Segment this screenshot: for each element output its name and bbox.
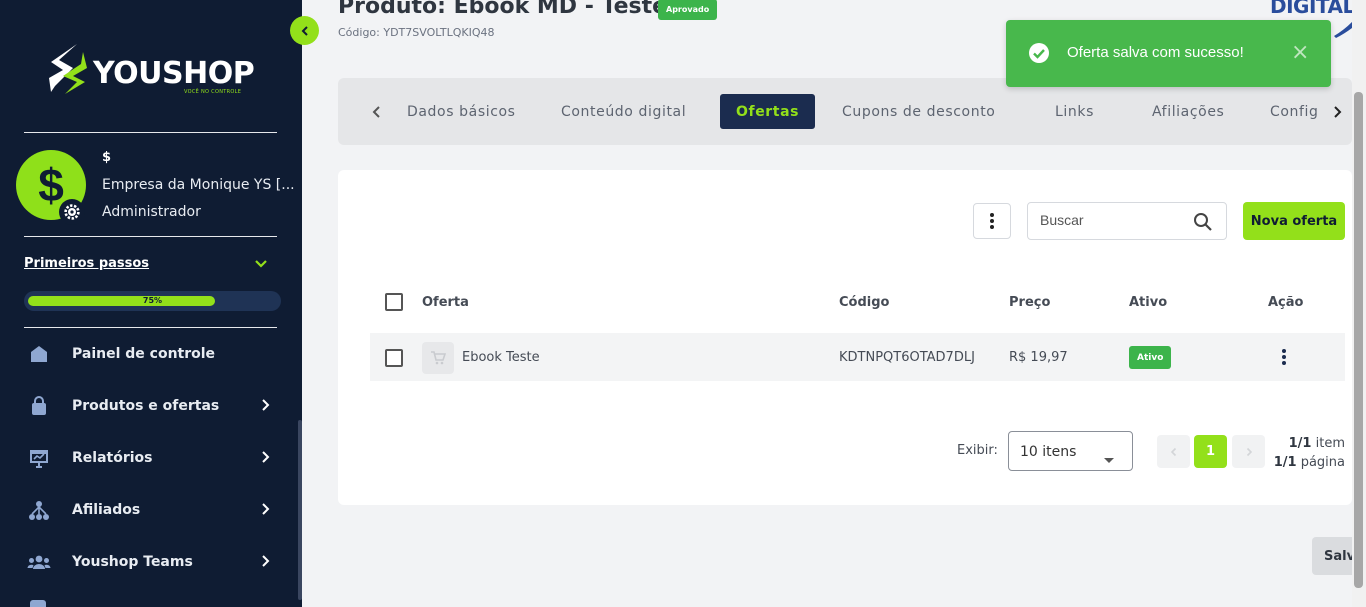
tabs-next-arrow[interactable] bbox=[1330, 104, 1344, 123]
progress-label: 75% bbox=[142, 296, 163, 305]
sidebar-item-relatorios[interactable]: Relatórios bbox=[0, 432, 300, 484]
collapse-sidebar-button[interactable] bbox=[290, 16, 319, 45]
toast-message: Oferta salva com sucesso! bbox=[1067, 44, 1244, 61]
offer-thumbnail bbox=[422, 342, 454, 374]
pages-label: página bbox=[1300, 455, 1345, 470]
page-size-select[interactable]: 10 itens bbox=[1008, 431, 1133, 471]
users-icon bbox=[27, 550, 51, 574]
select-all-checkbox[interactable] bbox=[385, 293, 403, 311]
tab-config[interactable]: Config bbox=[1270, 94, 1319, 129]
more-options-button[interactable] bbox=[973, 203, 1011, 239]
tab-bar: Dados básicos Conteúdo digital Ofertas C… bbox=[338, 78, 1352, 145]
user-role: Administrador bbox=[102, 204, 201, 220]
chevron-right-icon bbox=[258, 397, 272, 416]
success-toast: Oferta salva com sucesso! × bbox=[1006, 20, 1331, 87]
brand-tagline: VOCÊ NO CONTROLE bbox=[184, 89, 242, 95]
column-header-ativo[interactable]: Ativo bbox=[1129, 295, 1167, 310]
sidebar-item-label: Painel de controle bbox=[72, 346, 216, 362]
sidebar-item-label: Afiliados bbox=[72, 502, 141, 518]
status-badge: Ativo bbox=[1129, 346, 1172, 369]
column-header-codigo[interactable]: Código bbox=[839, 295, 889, 310]
offer-price: R$ 19,97 bbox=[1009, 350, 1068, 365]
partner-logo: DIGITAL bbox=[1270, 0, 1355, 18]
sidebar-item-afiliados[interactable]: Afiliados bbox=[0, 484, 300, 536]
sidebar-item-label: Youshop Teams bbox=[72, 554, 193, 570]
items-label: item bbox=[1315, 436, 1345, 451]
user-name: $ bbox=[102, 150, 112, 165]
search-icon[interactable] bbox=[1193, 212, 1213, 236]
main-scrollbar[interactable] bbox=[1352, 0, 1366, 607]
sidebar-item-produtos[interactable]: Produtos e ofertas bbox=[0, 380, 300, 432]
chevron-right-icon bbox=[1334, 106, 1342, 118]
sidebar-item-painel[interactable]: Painel de controle bbox=[0, 328, 300, 380]
first-steps-progress: 75% bbox=[24, 291, 281, 311]
partner-logo-text: DIGITAL bbox=[1270, 0, 1355, 18]
page-title: Produto: Ebook MD - Teste bbox=[338, 0, 668, 19]
pagination-info: 1/1 item 1/1 página bbox=[1262, 434, 1345, 472]
kebab-icon bbox=[990, 213, 994, 229]
chevron-left-icon bbox=[372, 106, 380, 118]
gear-icon[interactable] bbox=[59, 199, 85, 225]
kebab-icon bbox=[1282, 349, 1286, 365]
tab-afiliacoes[interactable]: Afiliações bbox=[1152, 94, 1224, 129]
page-size-label: Exibir: bbox=[957, 443, 998, 458]
row-checkbox[interactable] bbox=[385, 349, 403, 367]
cart-icon bbox=[431, 351, 446, 365]
column-header-oferta[interactable]: Oferta bbox=[422, 295, 469, 310]
status-badge: Aprovado bbox=[658, 0, 718, 20]
tab-cupons[interactable]: Cupons de desconto bbox=[842, 94, 995, 129]
tab-links[interactable]: Links bbox=[1055, 94, 1094, 129]
sidebar-scrollbar[interactable] bbox=[298, 420, 302, 600]
row-actions-button[interactable] bbox=[1274, 346, 1294, 368]
tab-dados-basicos[interactable]: Dados básicos bbox=[407, 94, 516, 129]
new-offer-button[interactable]: Nova oferta bbox=[1243, 202, 1345, 240]
divider bbox=[24, 132, 277, 133]
search-box bbox=[1027, 202, 1227, 240]
next-page-button[interactable] bbox=[1232, 435, 1265, 468]
offer-name[interactable]: Ebook Teste bbox=[462, 350, 540, 365]
chevron-right-icon bbox=[258, 553, 272, 572]
bag-icon bbox=[27, 394, 51, 418]
tab-conteudo-digital[interactable]: Conteúdo digital bbox=[561, 94, 686, 129]
sidebar-item-label: Relatórios bbox=[72, 450, 153, 466]
sidebar: YOUSHOP VOCÊ NO CONTROLE $ $ Empresa da … bbox=[0, 0, 302, 607]
home-icon bbox=[27, 342, 51, 366]
chevron-right-icon bbox=[258, 449, 272, 468]
chevron-left-icon bbox=[1170, 447, 1176, 456]
prev-page-button[interactable] bbox=[1157, 435, 1190, 468]
close-icon[interactable]: × bbox=[1291, 40, 1309, 65]
divider bbox=[24, 236, 277, 237]
youshop-logo[interactable]: YOUSHOP VOCÊ NO CONTROLE bbox=[47, 42, 257, 96]
network-icon bbox=[27, 498, 51, 522]
pages-count: 1/1 bbox=[1273, 455, 1297, 470]
partner-logo-swoosh bbox=[1334, 22, 1352, 38]
save-button[interactable]: Salvar bbox=[1312, 537, 1356, 575]
offer-code: KDTNPQT6OTAD7DLJ bbox=[839, 350, 975, 365]
search-input[interactable] bbox=[1040, 212, 1190, 228]
chevron-down-icon[interactable] bbox=[253, 256, 269, 276]
items-count: 1/1 bbox=[1288, 436, 1312, 451]
sidebar-item-label: Produtos e ofertas bbox=[72, 398, 220, 414]
tab-ofertas[interactable]: Ofertas bbox=[720, 94, 816, 129]
scrollbar-thumb[interactable] bbox=[1354, 92, 1363, 588]
sidebar-item-teams[interactable]: Youshop Teams bbox=[0, 536, 300, 588]
chevron-left-icon bbox=[301, 25, 308, 36]
column-header-acao: Ação bbox=[1268, 295, 1304, 310]
tabs-prev-arrow[interactable] bbox=[370, 104, 384, 123]
presentation-chart-icon bbox=[27, 446, 51, 470]
chevron-right-icon bbox=[258, 501, 272, 520]
youshop-logo-mark bbox=[49, 44, 87, 94]
check-circle-icon bbox=[1028, 42, 1050, 68]
page-button-1[interactable]: 1 bbox=[1194, 435, 1227, 468]
caret-down-icon bbox=[1103, 449, 1115, 468]
column-header-preco[interactable]: Preço bbox=[1009, 295, 1050, 310]
product-code: Código: YDT7SVOLTLQKIQ48 bbox=[338, 26, 495, 39]
chevron-right-icon bbox=[1246, 447, 1252, 456]
user-company: Empresa da Monique YS [... bbox=[102, 177, 295, 193]
brand-name: YOUSHOP bbox=[93, 56, 255, 91]
first-steps-link[interactable]: Primeiros passos bbox=[24, 256, 149, 271]
next-menu-icon bbox=[30, 600, 46, 607]
page-size-value: 10 itens bbox=[1020, 444, 1077, 460]
